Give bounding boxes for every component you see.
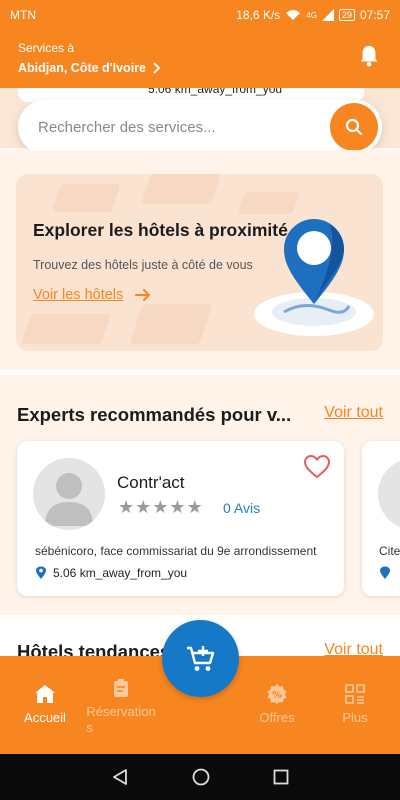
star-icon: ★ — [152, 497, 169, 517]
status-indicators: 18,6 K/s 4G 29 07:57 — [236, 8, 390, 22]
review-count[interactable]: 0 Avis — [223, 500, 260, 516]
status-bar: MTN 18,6 K/s 4G 29 07:57 — [0, 0, 400, 30]
main-content[interactable]: 5.06 km_away_from_you Explorer les hôtel… — [0, 88, 400, 656]
battery-icon: 29 — [338, 9, 355, 21]
app-header: Services à Abidjan, Côte d'Ivoire — [0, 30, 400, 88]
experts-section-title: Experts recommandés pour v... — [17, 404, 292, 425]
chevron-right-icon — [153, 62, 160, 74]
recents-icon[interactable] — [273, 769, 289, 785]
service-distance: 5.06 km_away_from_you — [148, 88, 283, 96]
nav-label: Réservation s — [86, 704, 156, 735]
map-decoration — [141, 174, 221, 204]
discount-icon: % — [267, 684, 287, 704]
location-selector[interactable]: Abidjan, Côte d'Ivoire — [18, 61, 160, 75]
expert-card[interactable]: Cite — [362, 441, 400, 596]
experts-see-all-link[interactable]: Voir tout — [324, 404, 383, 422]
cart-fab-button[interactable] — [162, 620, 239, 697]
carrier-label: MTN — [10, 8, 36, 22]
nav-item-home[interactable]: Accueil — [12, 656, 78, 754]
network-type: 4G — [306, 10, 317, 20]
map-decoration — [21, 314, 111, 344]
expert-address: sébénicoro, face commissariat du 9e arro… — [35, 544, 317, 558]
star-icon: ★ — [135, 497, 152, 517]
grid-icon — [345, 684, 365, 704]
location-pin-map-icon — [254, 219, 374, 336]
expert-address: Cite — [379, 544, 400, 558]
avatar — [378, 458, 400, 530]
expert-name: Contr'act — [117, 473, 185, 492]
location-value: Abidjan, Côte d'Ivoire — [18, 61, 146, 75]
location-pin-icon — [380, 566, 390, 579]
nav-label: Offres — [259, 710, 295, 725]
search-bar — [18, 100, 382, 154]
back-icon[interactable] — [111, 768, 129, 786]
star-icon: ★ — [169, 497, 186, 517]
nav-item-reservations[interactable]: Réservation s — [80, 656, 162, 754]
cart-add-icon — [186, 645, 214, 671]
search-input[interactable] — [38, 118, 318, 136]
home-icon — [35, 685, 55, 703]
nav-label: Accueil — [24, 710, 66, 725]
system-navigation-bar — [0, 754, 400, 800]
hotel-banner-subtitle: Trouvez des hôtels juste à côté de vous — [33, 258, 253, 272]
clock: 07:57 — [359, 8, 390, 22]
nav-label: Plus — [342, 710, 368, 725]
nav-item-offers[interactable]: % Offres — [244, 656, 310, 754]
location-pin-icon — [36, 566, 46, 579]
view-hotels-label: Voir les hôtels — [33, 287, 124, 303]
home-circle-icon[interactable] — [192, 768, 210, 786]
wifi-icon — [286, 10, 301, 20]
location-label: Services à — [18, 41, 75, 55]
svg-text:%: % — [272, 690, 282, 701]
favorite-heart-icon[interactable] — [304, 455, 330, 479]
star-icon: ★ — [118, 497, 135, 517]
avatar — [33, 458, 105, 530]
trending-see-all-link[interactable]: Voir tout — [324, 641, 383, 656]
expert-distance-text: 5.06 km_away_from_you — [53, 566, 188, 580]
expert-distance: 5.06 km_away_from_you — [35, 566, 187, 580]
map-decoration — [51, 184, 121, 212]
arrow-right-icon — [135, 289, 151, 301]
map-decoration — [237, 192, 300, 214]
trending-section-title: Hôtels tendances — [17, 641, 171, 656]
search-button[interactable] — [330, 103, 378, 151]
signal-icon — [321, 9, 334, 21]
star-icon: ★ — [186, 497, 203, 517]
search-icon — [345, 118, 363, 136]
clipboard-icon — [114, 679, 128, 697]
hotel-banner[interactable]: Explorer les hôtels à proximité Trouvez … — [16, 174, 383, 351]
expert-card[interactable]: Contr'act ★ ★ ★ ★ ★ 0 Avis sébénicoro, f… — [17, 441, 344, 596]
network-speed: 18,6 K/s — [236, 8, 281, 22]
user-placeholder-icon — [45, 473, 93, 526]
nav-item-more[interactable]: Plus — [322, 656, 388, 754]
notification-bell-icon[interactable] — [358, 44, 380, 68]
rating-stars: ★ ★ ★ ★ ★ — [118, 498, 203, 516]
map-decoration — [129, 304, 213, 344]
view-hotels-link[interactable]: Voir les hôtels — [33, 287, 151, 303]
